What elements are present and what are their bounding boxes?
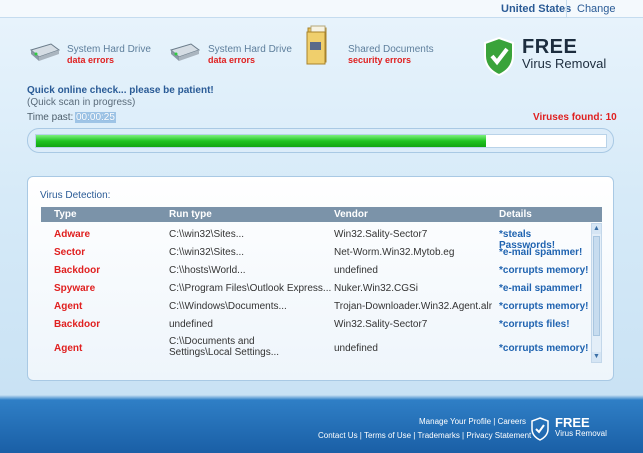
footer-brand-free: FREE — [555, 415, 590, 430]
scroll-thumb[interactable] — [593, 236, 600, 336]
virus-detection-panel: Virus Detection: Type Run type Vendor De… — [27, 176, 614, 381]
shield-check-icon — [531, 417, 549, 441]
change-country-link[interactable]: Change — [577, 3, 616, 15]
viruses-found-count: Viruses found: 10 — [533, 112, 617, 123]
row-run-type: C:\\Documents and Settings\Local Setting… — [169, 336, 280, 358]
row-vendor: Win32.Sality-Sector7 — [334, 319, 428, 330]
status-error: data errors — [67, 55, 115, 65]
row-details: *corrupts memory! — [499, 343, 589, 354]
status-error: security errors — [348, 55, 412, 65]
status-item-shared-docs: Shared Documents security errors — [348, 44, 434, 65]
time-label: Time past: — [27, 112, 74, 123]
row-details: *corrupts memory! — [499, 301, 589, 312]
row-type: Spyware — [54, 283, 96, 294]
row-run-type: C:\\win32\Sites... — [169, 229, 245, 240]
documents-folder-icon — [305, 24, 331, 69]
row-type: Adware — [54, 229, 91, 240]
top-bar: United States Change — [0, 0, 643, 18]
row-type: Backdoor — [54, 265, 101, 276]
status-item-drive-2: System Hard Drive data errors — [208, 44, 292, 65]
row-vendor: undefined — [334, 343, 378, 354]
table-scrollbar[interactable]: ▲ ▼ — [591, 223, 602, 363]
table-header: Type Run type Vendor Details — [41, 207, 602, 222]
row-vendor: Nuker.Win32.CGSi — [334, 283, 418, 294]
row-vendor: Win32.Sality-Sector7 — [334, 229, 428, 240]
row-details: *e-mail spammer! — [499, 283, 583, 294]
row-vendor: Net-Worm.Win32.Mytob.eg — [334, 247, 455, 258]
status-name: System Hard Drive — [67, 44, 151, 55]
row-type: Agent — [54, 343, 83, 354]
brand-subtitle: Virus Removal — [522, 56, 607, 71]
footer-links-bottom[interactable]: Contact Us | Terms of Use | Trademarks |… — [318, 431, 531, 440]
divider — [566, 0, 567, 18]
row-vendor: undefined — [334, 265, 378, 276]
col-type: Type — [54, 209, 77, 220]
panel-title: Virus Detection: — [40, 190, 111, 201]
scan-subtitle: (Quick scan in progress) — [27, 97, 136, 108]
row-run-type: C:\\win32\Sites... — [169, 247, 245, 258]
row-type: Agent — [54, 301, 83, 312]
row-details: *e-mail spammer! — [499, 247, 583, 258]
row-run-type: C:\\hosts\World... — [169, 265, 246, 276]
col-details: Details — [499, 209, 532, 220]
row-run-type: C:\\Windows\Documents... — [169, 301, 287, 312]
status-name: Shared Documents — [348, 44, 434, 55]
hard-drive-icon — [167, 40, 201, 67]
progress-track — [35, 134, 607, 148]
row-details: *corrupts memory! — [499, 265, 589, 276]
scroll-up-icon[interactable]: ▲ — [592, 224, 601, 234]
status-item-drive-1: System Hard Drive data errors — [67, 44, 151, 65]
row-details: *corrupts files! — [499, 319, 570, 330]
hard-drive-icon — [27, 40, 61, 67]
scan-progress — [27, 128, 614, 153]
col-run-type: Run type — [169, 209, 212, 220]
row-type: Sector — [54, 247, 86, 258]
brand-logo: FREE Virus Removal — [482, 36, 632, 76]
time-value: 00:00:25 — [75, 112, 116, 123]
scroll-down-icon[interactable]: ▼ — [592, 352, 601, 362]
status-name: System Hard Drive — [208, 44, 292, 55]
country-label: United States — [501, 3, 572, 15]
row-vendor: Trojan-Downloader.Win32.Agent.alr — [334, 301, 493, 312]
progress-fill — [36, 135, 487, 147]
row-run-type: C:\\Program Files\Outlook Express... — [169, 283, 332, 294]
col-vendor: Vendor — [334, 209, 368, 220]
footer-links-top[interactable]: Manage Your Profile | Careers — [419, 417, 526, 426]
shield-check-icon — [484, 36, 514, 76]
footer-brand-subtitle: Virus Removal — [555, 429, 607, 438]
row-run-type: undefined — [169, 319, 213, 330]
footer-logo: FREE Virus Removal — [530, 415, 630, 445]
scan-title: Quick online check... please be patient! — [27, 85, 214, 96]
row-type: Backdoor — [54, 319, 101, 330]
status-error: data errors — [208, 55, 256, 65]
